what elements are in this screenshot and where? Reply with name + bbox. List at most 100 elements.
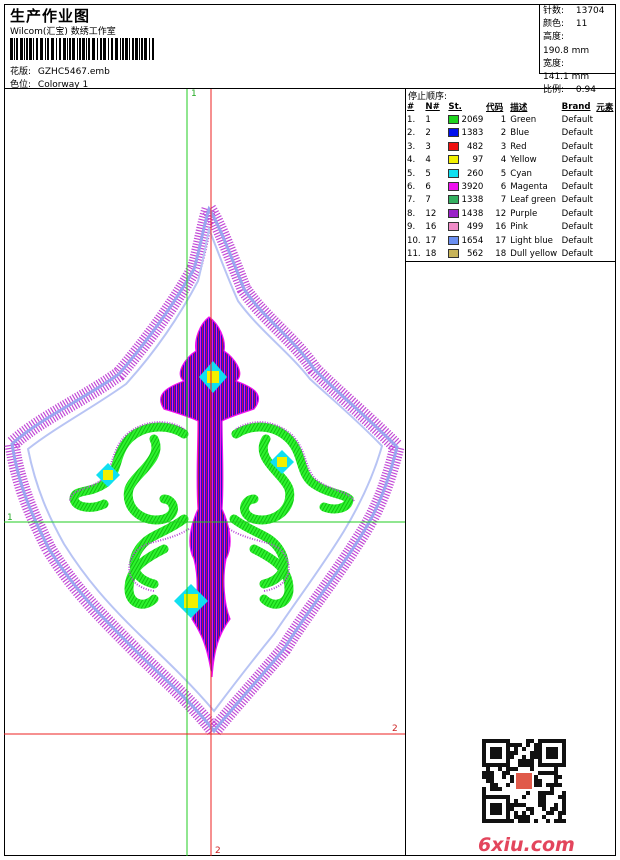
color-swatch xyxy=(448,208,460,218)
stitch-count: 1654 xyxy=(461,235,484,246)
row-index: 1. xyxy=(407,115,416,126)
row-needle: 5 xyxy=(425,168,431,179)
studio-name: Wilcom(汇宝) 数绣工作室 xyxy=(10,27,116,37)
table-row: 2. 2 1383 2 Blue Default xyxy=(407,127,616,140)
col-needle: N# xyxy=(425,101,440,112)
row-description: Leaf green xyxy=(510,195,556,206)
table-row: 7. 7 1338 7 Leaf green Default xyxy=(407,194,616,207)
row-stitches: 3920 xyxy=(448,180,486,193)
row-description: Light blue xyxy=(510,235,553,246)
color-swatch xyxy=(448,248,460,258)
row-brand: Default xyxy=(561,182,594,193)
row-brand: Default xyxy=(561,141,594,152)
row-description: Purple xyxy=(510,208,538,219)
row-index: 7. xyxy=(407,195,416,206)
table-row: 3. 3 482 3 Red Default xyxy=(407,140,616,153)
row-needle: 7 xyxy=(425,195,431,206)
row-stitches: 562 xyxy=(448,247,486,260)
table-row: 9. 16 499 16 Pink Default xyxy=(407,221,616,234)
row-element xyxy=(596,247,616,260)
row-description: Blue xyxy=(510,128,530,139)
header: 生产作业图 Wilcom(汇宝) 数绣工作室 花版: GZHC5467.emb … xyxy=(4,4,616,95)
row-index: 5. xyxy=(407,168,416,179)
row-stitches: 482 xyxy=(448,140,486,153)
row-needle: 18 xyxy=(425,248,437,259)
row-index: 9. xyxy=(407,222,416,233)
table-row: 4. 4 97 4 Yellow Default xyxy=(407,154,616,167)
stitch-count: 482 xyxy=(466,141,484,152)
color-swatch xyxy=(448,115,460,125)
row-needle: 16 xyxy=(425,222,437,233)
table-row: 1. 1 2069 1 Green Default xyxy=(407,113,616,126)
row-description: Red xyxy=(510,141,527,152)
row-brand: Default xyxy=(561,155,594,166)
table-header-row: # N# St. 代码 描述 Brand 元素 xyxy=(407,100,616,113)
watermark: 6xiu.com xyxy=(478,834,575,856)
col-element: 元素 xyxy=(596,102,614,113)
row-description: Dull yellow xyxy=(510,248,558,259)
color-swatch xyxy=(448,222,460,232)
table-divider xyxy=(406,261,616,262)
col-stitches: St. xyxy=(448,101,462,112)
design-file-line: 花版: GZHC5467.emb xyxy=(10,64,110,77)
embroidery-design xyxy=(4,89,405,856)
color-table: # N# St. 代码 描述 Brand 元素 1. 1 2069 1 Green Def… xyxy=(407,100,616,261)
stat-stitches: 针数: 13704 xyxy=(543,6,605,16)
table-row: 8. 12 1438 12 Purple Default xyxy=(407,207,616,220)
stitch-count: 562 xyxy=(466,248,484,259)
row-code: 17 xyxy=(495,235,507,246)
row-element xyxy=(596,154,616,167)
row-needle: 3 xyxy=(425,141,431,152)
row-index: 4. xyxy=(407,155,416,166)
row-element xyxy=(596,234,616,247)
guide-label-v-red: 2 xyxy=(215,846,221,856)
color-swatch xyxy=(448,195,460,205)
barcode xyxy=(10,38,154,60)
color-swatch xyxy=(448,182,460,192)
row-code: 16 xyxy=(495,222,507,233)
row-index: 10. xyxy=(407,235,421,246)
stitch-count: 1438 xyxy=(461,208,484,219)
page-title: 生产作业图 xyxy=(10,7,91,25)
row-stitches: 260 xyxy=(448,167,486,180)
color-swatch xyxy=(448,141,460,151)
design-file-value: GZHC5467.emb xyxy=(37,67,110,77)
row-stitches: 97 xyxy=(448,154,486,167)
row-needle: 4 xyxy=(425,155,431,166)
table-row: 10. 17 1654 17 Light blue Default xyxy=(407,234,616,247)
row-description: Yellow xyxy=(510,155,537,166)
color-swatch xyxy=(448,155,460,165)
row-brand: Default xyxy=(561,248,594,259)
row-element xyxy=(596,167,616,180)
row-element xyxy=(596,127,616,140)
color-swatch xyxy=(448,168,460,178)
row-needle: 1 xyxy=(425,115,431,126)
stitch-count: 260 xyxy=(466,168,484,179)
stat-height: 高度: 190.8 mm xyxy=(543,32,590,56)
row-code: 1 xyxy=(500,115,507,126)
stitch-count: 3920 xyxy=(461,182,484,193)
row-brand: Default xyxy=(561,128,594,139)
col-brand: Brand xyxy=(561,101,591,112)
row-needle: 12 xyxy=(425,208,437,219)
row-code: 7 xyxy=(500,195,507,206)
row-stitches: 2069 xyxy=(448,113,486,126)
stitch-count: 2069 xyxy=(461,115,484,126)
row-index: 3. xyxy=(407,141,416,152)
row-stitches: 1654 xyxy=(448,234,486,247)
row-element xyxy=(596,207,616,220)
row-code: 3 xyxy=(500,141,507,152)
row-code: 12 xyxy=(495,208,507,219)
row-needle: 6 xyxy=(425,182,431,193)
table-row: 5. 5 260 5 Cyan Default xyxy=(407,167,616,180)
row-code: 5 xyxy=(500,168,507,179)
row-stitches: 1338 xyxy=(448,194,486,207)
stat-width: 宽度: 141.1 mm xyxy=(543,58,590,83)
row-needle: 17 xyxy=(425,235,437,246)
row-stitches: 1383 xyxy=(448,127,486,140)
guide-label-v-green: 1 xyxy=(191,89,197,99)
row-index: 11. xyxy=(407,248,421,259)
row-brand: Default xyxy=(561,235,594,246)
row-code: 6 xyxy=(500,182,507,193)
col-index: # xyxy=(407,101,415,112)
